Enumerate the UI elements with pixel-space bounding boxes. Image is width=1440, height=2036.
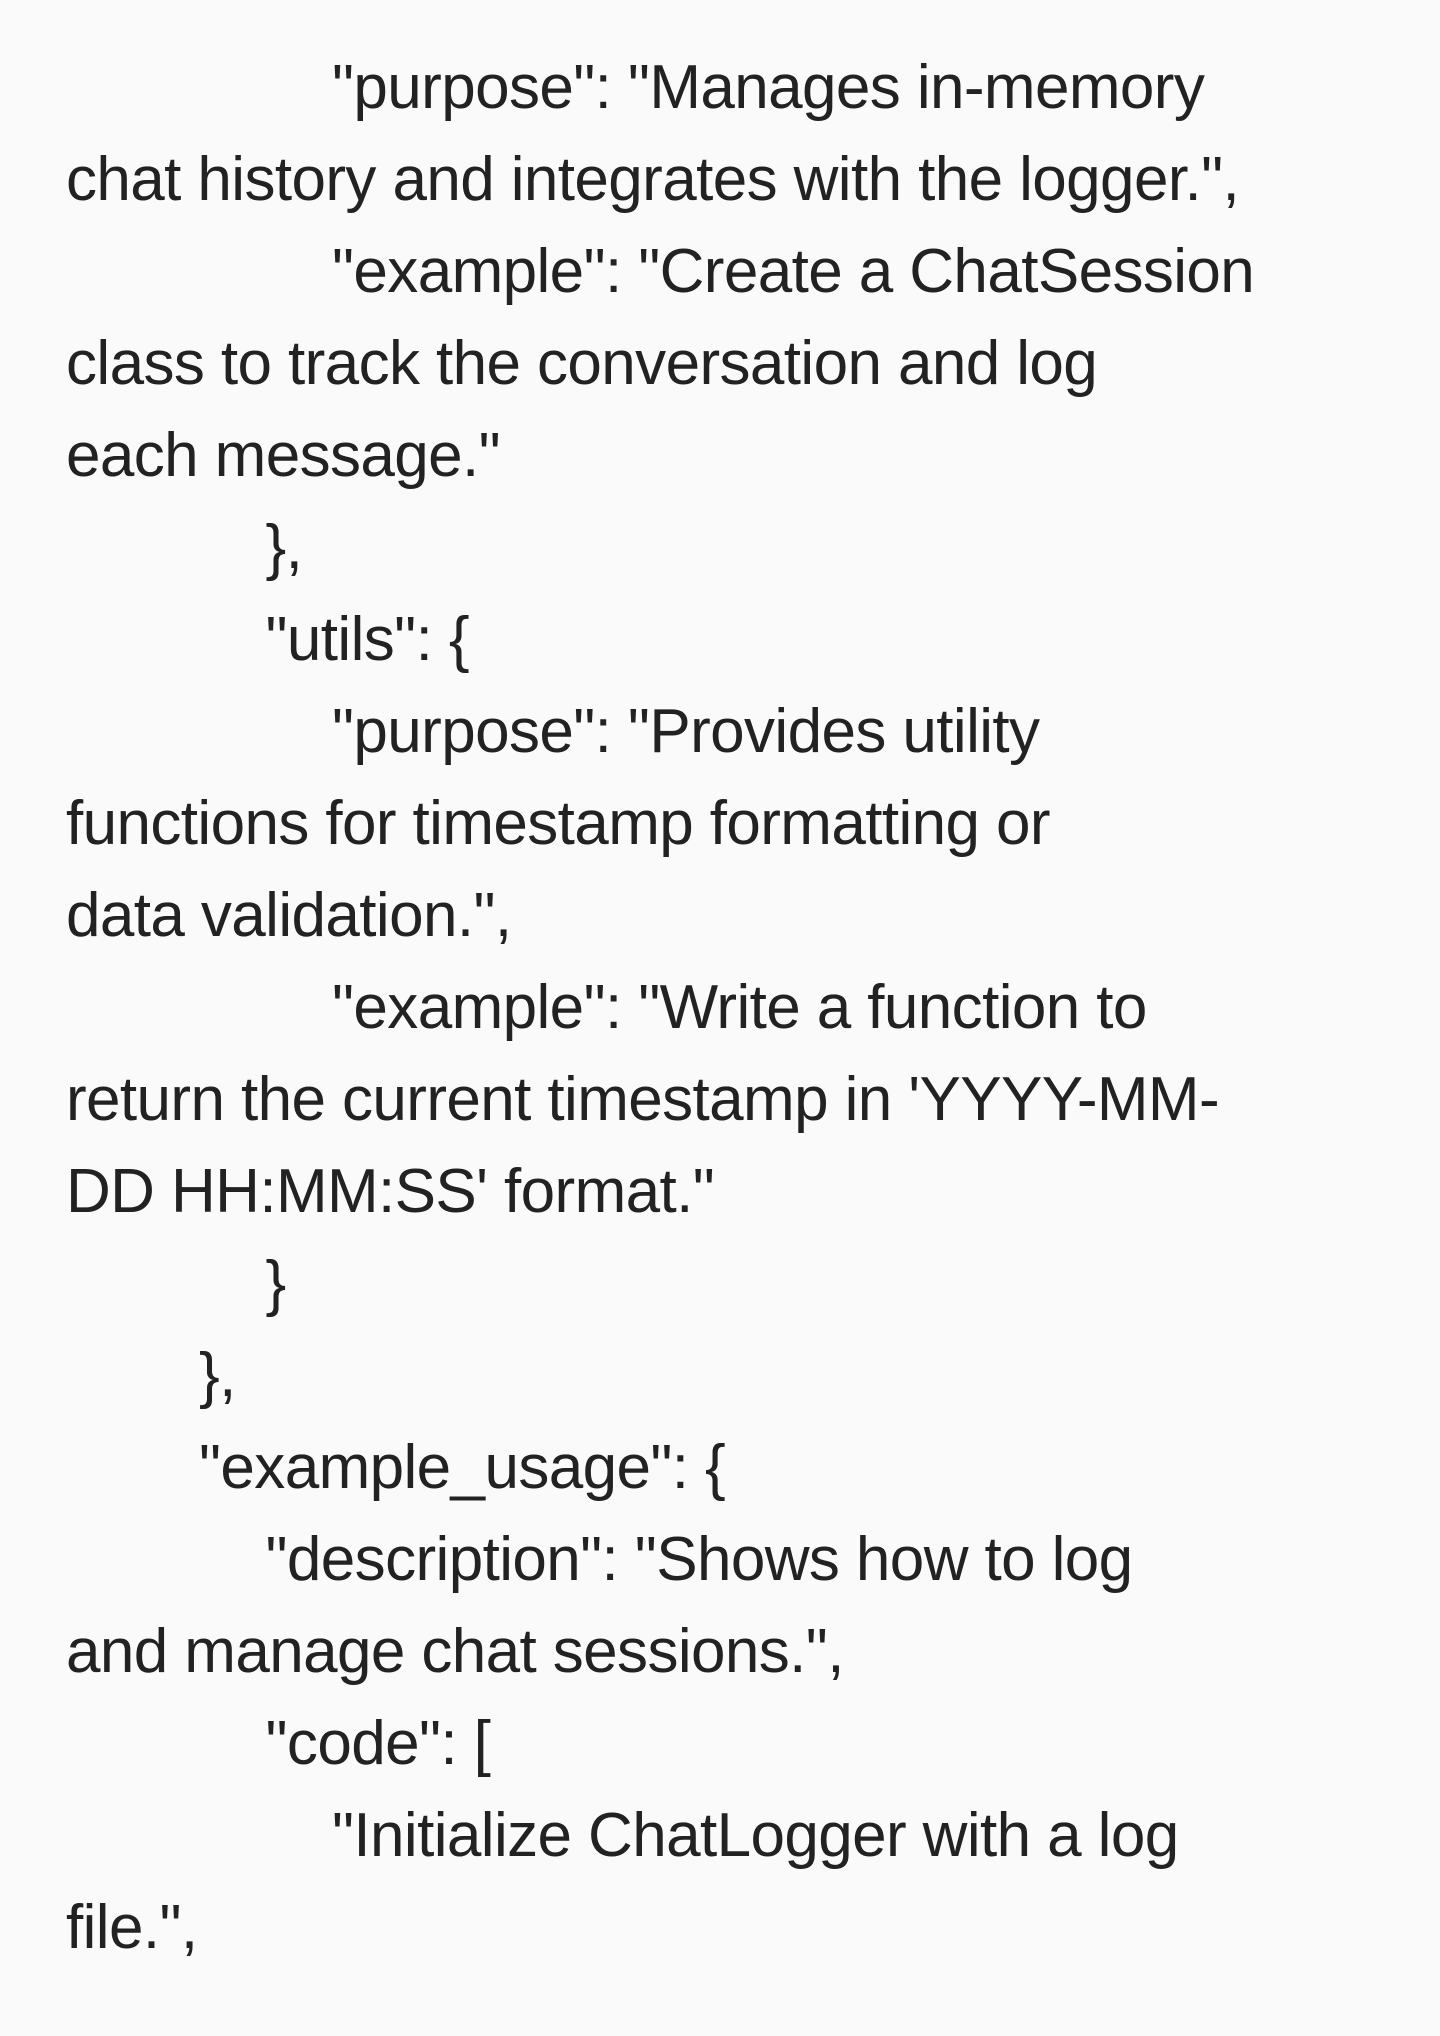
text-line: and manage chat sessions.", [66, 1617, 844, 1686]
text-line: class to track the conversation and log [66, 329, 1098, 398]
text-line: "code": [ [66, 1709, 491, 1778]
text-line: "purpose": "Provides utility [66, 697, 1040, 766]
text-line: "utils": { [66, 605, 470, 674]
text-line: "example": "Create a ChatSession [66, 237, 1255, 306]
text-line: DD HH:MM:SS' format." [66, 1157, 715, 1226]
text-line: file.", [66, 1893, 198, 1962]
text-line: }, [66, 1341, 236, 1410]
document-text: "purpose": "Manages in-memory chat histo… [0, 0, 1440, 1974]
text-line: each message." [66, 421, 501, 490]
text-line: return the current timestamp in 'YYYY-MM… [66, 1065, 1220, 1134]
text-line: "Initialize ChatLogger with a log [66, 1801, 1179, 1870]
text-line: } [66, 1249, 287, 1318]
text-line: "example": "Write a function to [66, 973, 1147, 1042]
text-line: functions for timestamp formatting or [66, 789, 1051, 858]
text-line: "purpose": "Manages in-memory [66, 53, 1205, 122]
text-line: data validation.", [66, 881, 512, 950]
text-line: "description": "Shows how to log [66, 1525, 1134, 1594]
text-line: chat history and integrates with the log… [66, 145, 1240, 214]
text-line: "example_usage": { [66, 1433, 726, 1502]
text-line: }, [66, 513, 303, 582]
